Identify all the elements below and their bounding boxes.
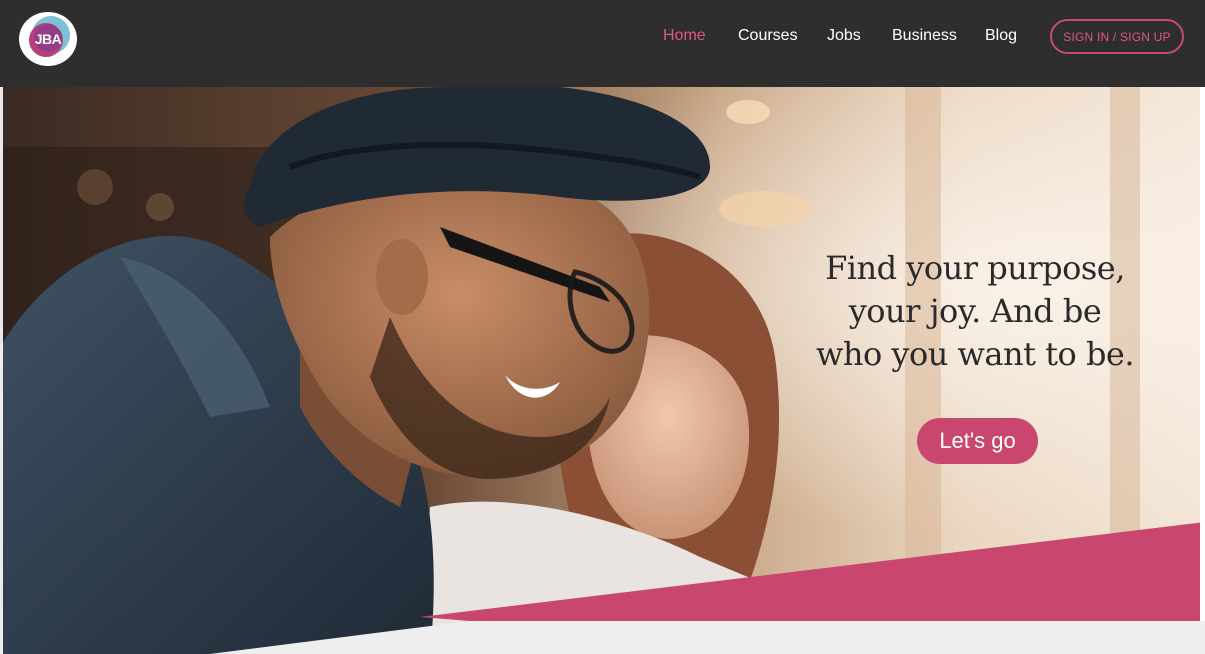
- headline-line-1: Find your purpose,: [825, 249, 1125, 287]
- hero-headline: Find your purpose, your joy. And be who …: [790, 247, 1160, 376]
- nav-business[interactable]: Business: [892, 27, 957, 45]
- nav-blog[interactable]: Blog: [985, 27, 1017, 45]
- headline-line-2: your joy. And be: [848, 292, 1102, 330]
- headline-line-3: who you want to be.: [815, 335, 1135, 373]
- nav-jobs[interactable]: Jobs: [827, 27, 861, 45]
- site-header: JBA Home Courses Jobs Business Blog SIGN…: [0, 0, 1205, 87]
- nav-courses[interactable]: Courses: [738, 27, 798, 45]
- nav-home[interactable]: Home: [663, 27, 706, 45]
- sign-in-sign-up-button[interactable]: SIGN IN / SIGN UP: [1050, 19, 1184, 54]
- jba-logo[interactable]: JBA: [18, 11, 78, 67]
- logo-text: JBA: [34, 31, 62, 47]
- hero-section: Find your purpose, your joy. And be who …: [0, 87, 1205, 654]
- lets-go-button[interactable]: Let's go: [917, 418, 1038, 464]
